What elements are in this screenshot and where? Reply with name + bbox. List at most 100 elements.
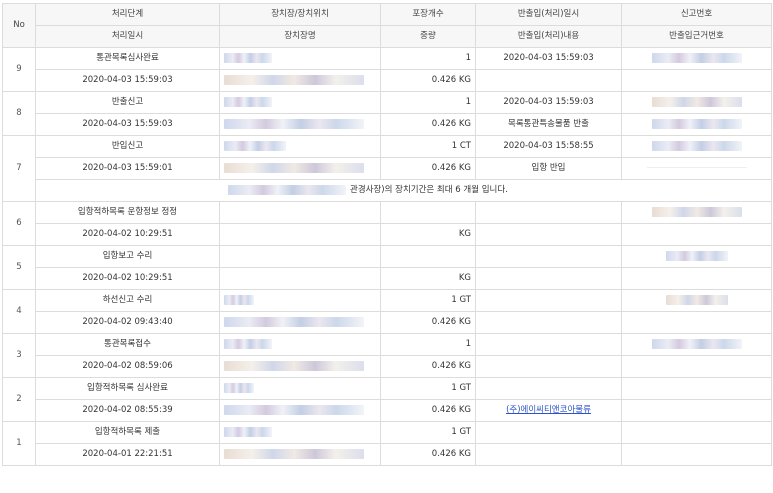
report-number-redacted xyxy=(621,91,772,114)
inout-datetime xyxy=(475,377,622,400)
table-row: 2020-04-03 15:59:03 0.426 KG 목록통관특송물품 반출 xyxy=(3,113,772,136)
warehouse-name-redacted xyxy=(219,443,381,466)
package-count: 1 GT xyxy=(380,377,476,400)
redacted-block xyxy=(665,250,728,261)
table-row: 2020-04-03 15:59:03 0.426 KG xyxy=(3,69,772,92)
row-number: 7 xyxy=(2,135,36,202)
redacted-block xyxy=(651,140,742,151)
basis-number xyxy=(621,355,772,378)
process-datetime: 2020-04-02 10:29:51 xyxy=(35,267,220,290)
process-datetime: 2020-04-01 22:21:51 xyxy=(35,443,220,466)
warehouse-location-redacted xyxy=(219,135,381,158)
warehouse-location-redacted xyxy=(219,333,381,356)
warehouse-name-redacted xyxy=(219,311,381,334)
weight: 0.426 KG xyxy=(380,69,476,92)
table-row: 5 입항보고 수리 xyxy=(2,245,772,290)
redacted-block xyxy=(224,118,364,129)
process-datetime: 2020-04-02 10:29:51 xyxy=(35,223,220,246)
warehouse-name-redacted xyxy=(219,355,381,378)
table-row: 1 입항적하목록 제출 1 GT xyxy=(2,421,772,466)
basis-number-redacted xyxy=(621,113,772,136)
header-inout-datetime: 반출입(처리)일시 xyxy=(475,3,622,26)
header-warehouse: 장치장/장치위치 xyxy=(219,3,381,26)
package-count xyxy=(380,201,476,224)
inout-content xyxy=(475,69,622,92)
stage-name: 통관목록접수 xyxy=(35,333,220,356)
warehouse-location-redacted xyxy=(219,377,381,400)
warehouse-location-redacted xyxy=(219,47,381,70)
inout-content xyxy=(475,443,622,466)
inout-content xyxy=(475,267,622,290)
redacted-block xyxy=(224,294,254,305)
stage-name: 입항적하목록 운항정보 정정 xyxy=(35,201,220,224)
package-count: 1 xyxy=(380,47,476,70)
redacted-block xyxy=(224,52,272,63)
weight: KG xyxy=(380,267,476,290)
basis-number xyxy=(621,223,772,246)
process-datetime: 2020-04-02 08:59:06 xyxy=(35,355,220,378)
notice-text: 관경사장)의 장치기간은 최대 6 개월 입니다. xyxy=(350,185,508,195)
stage-name: 입항보고 수리 xyxy=(35,245,220,268)
package-count xyxy=(380,245,476,268)
table-row: 2020-04-03 15:59:01 0.426 KG 입항 반입 xyxy=(3,157,772,180)
table-row: 8 반출신고 1 2020-04-03 15:59:03 xyxy=(2,91,772,136)
weight: KG xyxy=(380,223,476,246)
weight: 0.426 KG xyxy=(380,443,476,466)
redacted-block xyxy=(224,382,254,393)
inout-content xyxy=(475,355,622,378)
stage-name: 하선신고 수리 xyxy=(35,289,220,312)
table-row: 2020-04-01 22:21:51 0.426 KG xyxy=(3,443,772,466)
table-row: 2020-04-02 10:29:51 KG xyxy=(3,223,772,246)
weight: 0.426 KG xyxy=(380,311,476,334)
table-row: 3 통관목록접수 1 xyxy=(2,333,772,378)
inout-datetime xyxy=(475,289,622,312)
process-datetime: 2020-04-02 08:55:39 xyxy=(35,399,220,422)
inout-datetime xyxy=(475,245,622,268)
process-datetime: 2020-04-03 15:59:03 xyxy=(35,69,220,92)
row-number: 5 xyxy=(2,245,36,290)
warehouse-location-redacted xyxy=(219,91,381,114)
company-link[interactable]: (주)에이씨티앤코아물류 xyxy=(506,405,591,415)
process-datetime: 2020-04-03 15:59:03 xyxy=(35,113,220,136)
row-number: 8 xyxy=(2,91,36,136)
redacted-block xyxy=(228,184,346,195)
redacted-block xyxy=(651,206,742,217)
weight: 0.426 KG xyxy=(380,113,476,136)
header-basis-number: 반출입근거번호 xyxy=(621,25,772,48)
table-row: 2020-04-02 08:55:39 0.426 KG (주)에이씨티앤코아물… xyxy=(3,399,772,422)
inout-datetime: 2020-04-03 15:59:03 xyxy=(475,91,622,114)
warehouse-name xyxy=(219,267,381,290)
report-number-redacted xyxy=(621,201,772,224)
storage-period-notice: 관경사장)의 장치기간은 최대 6 개월 입니다. xyxy=(35,179,772,202)
basis-number xyxy=(621,267,772,290)
header-process-datetime: 처리일시 xyxy=(35,25,220,48)
redacted-block xyxy=(224,426,272,437)
report-number xyxy=(621,421,772,444)
inout-content: 입항 반입 xyxy=(475,157,622,180)
redacted-block xyxy=(651,52,742,63)
header-warehouse-name: 장치장명 xyxy=(219,25,381,48)
inout-content xyxy=(475,223,622,246)
warehouse-name xyxy=(219,223,381,246)
row-number: 2 xyxy=(2,377,36,422)
warehouse-location xyxy=(219,245,381,268)
table-row: 6 입항적하목록 운항정보 정정 xyxy=(2,201,772,246)
basis-number xyxy=(621,399,772,422)
redacted-block xyxy=(224,96,272,107)
inout-datetime: 2020-04-03 15:58:55 xyxy=(475,135,622,158)
row-number: 4 xyxy=(2,289,36,334)
table-row: 2 입항적하목록 심사완료 1 GT xyxy=(2,377,772,422)
basis-number xyxy=(621,443,772,466)
basis-number xyxy=(621,311,772,334)
redacted-block xyxy=(651,96,742,107)
report-number xyxy=(621,377,772,400)
weight: 0.426 KG xyxy=(380,355,476,378)
table-row: 4 하선신고 수리 1 GT xyxy=(2,289,772,334)
row-number: 6 xyxy=(2,201,36,246)
report-number-redacted xyxy=(621,47,772,70)
table-row: 9 통관목록심사완료 1 2020-04-03 15:59:03 xyxy=(2,47,772,92)
inout-content xyxy=(475,311,622,334)
divider xyxy=(646,167,747,168)
inout-datetime xyxy=(475,421,622,444)
redacted-block xyxy=(651,118,742,129)
